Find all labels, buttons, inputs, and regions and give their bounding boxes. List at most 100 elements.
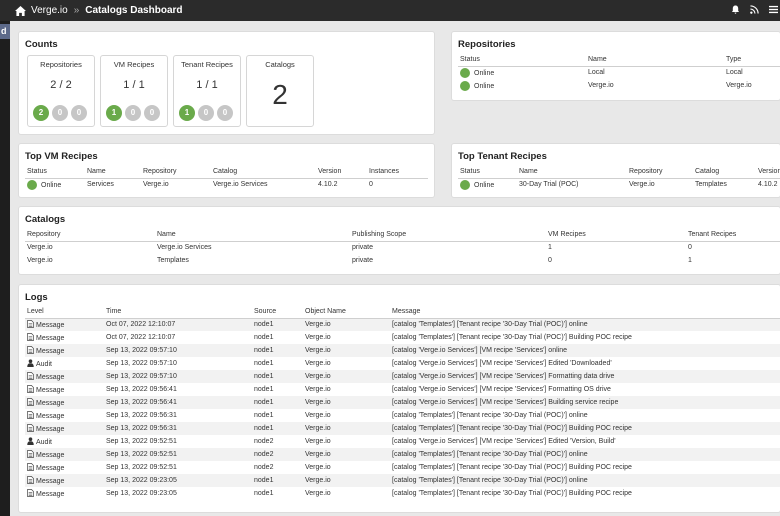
count-label: Repositories: [40, 60, 82, 69]
column-header-status[interactable]: Status: [458, 53, 586, 67]
message-cell: [catalog 'Templates'] [Tenant recipe '30…: [390, 422, 780, 435]
table-row[interactable]: Online 30-Day Trial (POC) Verge.io Templ…: [458, 178, 780, 191]
time-cell: Sep 13, 2022 09:57:10: [104, 344, 252, 357]
column-header-level[interactable]: Level: [25, 305, 104, 319]
status-cell: Online: [25, 178, 85, 191]
level-text: Message: [36, 335, 65, 342]
time-cell: Sep 13, 2022 09:56:31: [106, 412, 177, 419]
column-header-status[interactable]: Status: [458, 165, 517, 179]
status-cell: Online: [458, 178, 517, 191]
column-header-vm-recipes[interactable]: VM Recipes: [546, 228, 686, 242]
breadcrumb-separator: »: [73, 5, 80, 16]
log-row[interactable]: Message Sep 13, 2022 09:52:51 node2 Verge.i…: [25, 448, 780, 461]
count-value: 1 / 1: [196, 79, 218, 91]
table-row[interactable]: Verge.io Verge.io Services private 1 0: [25, 241, 780, 254]
document-icon: [27, 463, 34, 471]
column-header-name[interactable]: Name: [517, 165, 627, 179]
name-cell: 30-Day Trial (POC): [519, 181, 579, 189]
log-row[interactable]: Audit Sep 13, 2022 09:57:10 node1 Verge.io […: [25, 357, 780, 370]
online-status-icon: [460, 179, 470, 190]
column-header-name[interactable]: Name: [85, 165, 141, 179]
source-cell: node1: [254, 386, 274, 393]
table-row[interactable]: Online Services Verge.io Verge.io Servic…: [25, 178, 428, 191]
message-cell: [catalog 'Verge.io Services'] [VM recipe…: [392, 386, 611, 393]
column-header-time[interactable]: Time: [104, 305, 252, 319]
source-cell: node1: [252, 318, 303, 331]
log-row[interactable]: Message Sep 13, 2022 09:56:31 node1 Verge.i…: [25, 422, 780, 435]
top-tenant-recipes-table: Status Name Repository Catalog Version O…: [458, 165, 780, 191]
breadcrumb-app[interactable]: Verge.io: [31, 5, 68, 16]
repositories-table: Status Name Type Online Local Local Onli…: [458, 53, 780, 92]
count-card-vm-recipes[interactable]: VM Recipes 1 / 1 1 0 0: [100, 55, 168, 127]
column-header-catalog[interactable]: Catalog: [693, 165, 756, 179]
count-card-repositories[interactable]: Repositories 2 / 2 2 0 0: [27, 55, 95, 127]
count-card-catalogs[interactable]: Catalogs 2: [246, 55, 314, 127]
document-icon: [27, 489, 34, 497]
catalog-cell: Templates: [695, 181, 727, 189]
table-row[interactable]: Verge.io Templates private 0 1: [25, 254, 780, 267]
log-row[interactable]: Audit Sep 13, 2022 09:52:51 node2 Verge.io […: [25, 435, 780, 448]
status-text: Online: [474, 69, 495, 77]
column-header-version[interactable]: Version: [316, 165, 367, 179]
level-cell: Message: [25, 448, 104, 461]
column-header-repository[interactable]: Repository: [627, 165, 693, 179]
log-row[interactable]: Message Oct 07, 2022 12:10:07 node1 Verge.i…: [25, 318, 780, 331]
message-cell: [catalog 'Verge.io Services'] [VM recipe…: [392, 360, 612, 367]
column-header-name[interactable]: Name: [586, 53, 724, 67]
home-link[interactable]: [15, 5, 26, 16]
column-header-catalog[interactable]: Catalog: [211, 165, 316, 179]
column-header-status[interactable]: Status: [25, 165, 85, 179]
column-header-repository[interactable]: Repository: [25, 228, 155, 242]
column-header-version[interactable]: Version: [756, 165, 780, 179]
log-row[interactable]: Message Sep 13, 2022 09:56:31 node1 Verge.i…: [25, 409, 780, 422]
log-row[interactable]: Message Sep 13, 2022 09:56:41 node1 Verge.i…: [25, 396, 780, 409]
object-name-cell: Verge.io: [303, 474, 390, 487]
level-cell: Message: [25, 409, 104, 422]
page-title: Catalogs Dashboard: [85, 5, 183, 16]
column-header-message[interactable]: Message: [390, 305, 780, 319]
message-cell: [catalog 'Templates'] [Tenant recipe '30…: [390, 318, 780, 331]
warning-count-badge: 0: [125, 105, 141, 121]
document-icon: [27, 411, 34, 419]
menu-button[interactable]: [769, 5, 778, 17]
repository-cell: Verge.io: [629, 181, 655, 189]
count-label: VM Recipes: [113, 60, 155, 69]
column-header-object-name[interactable]: Object Name: [303, 305, 390, 319]
feed-button[interactable]: [750, 4, 759, 17]
column-header-tenant-recipes[interactable]: Tenant Recipes: [686, 228, 780, 242]
log-row[interactable]: Message Sep 13, 2022 09:57:10 node1 Verge.i…: [25, 370, 780, 383]
log-row[interactable]: Message Sep 13, 2022 09:52:51 node2 Verge.i…: [25, 461, 780, 474]
column-header-publishing-scope[interactable]: Publishing Scope: [350, 228, 546, 242]
time-cell: Sep 13, 2022 09:56:41: [104, 396, 252, 409]
log-row[interactable]: Message Sep 13, 2022 09:57:10 node1 Verge.i…: [25, 344, 780, 357]
column-header-instances[interactable]: Instances: [367, 165, 428, 179]
count-card-tenant-recipes[interactable]: Tenant Recipes 1 / 1 1 0 0: [173, 55, 241, 127]
count-value: 2 / 2: [50, 79, 72, 91]
column-header-source[interactable]: Source: [252, 305, 303, 319]
column-header-type[interactable]: Type: [724, 53, 780, 67]
level-text: Message: [36, 322, 65, 330]
time-cell: Oct 07, 2022 12:10:07: [106, 334, 176, 341]
log-row[interactable]: Message Oct 07, 2022 12:10:07 node1 Verge.i…: [25, 331, 780, 344]
logs-title: Logs: [25, 292, 48, 303]
log-row[interactable]: Message Sep 13, 2022 09:23:05 node1 Verge.i…: [25, 474, 780, 487]
table-row[interactable]: Online Local Local: [458, 66, 780, 79]
left-sidebar: [0, 21, 10, 516]
log-row[interactable]: Message Sep 13, 2022 09:23:05 node1 Verge.i…: [25, 487, 780, 500]
tenant-recipes-cell: 0: [688, 244, 692, 252]
log-row[interactable]: Message Sep 13, 2022 09:56:41 node1 Verge.i…: [25, 383, 780, 396]
time-cell: Sep 13, 2022 09:52:51: [106, 438, 177, 445]
type-cell: Verge.io: [726, 82, 752, 89]
level-text: Audit: [36, 439, 52, 446]
error-count-badge: 0: [217, 105, 233, 121]
status-text: Online: [474, 181, 495, 189]
message-cell: [catalog 'Verge.io Services'] [VM recipe…: [392, 438, 616, 445]
sidebar-active-tab[interactable]: d: [0, 24, 10, 39]
column-header-name[interactable]: Name: [155, 228, 350, 242]
object-name-cell: Verge.io: [303, 422, 390, 435]
notifications-button[interactable]: [731, 4, 740, 17]
source-cell: node1: [252, 370, 303, 383]
level-cell: Message: [25, 474, 104, 487]
table-row[interactable]: Online Verge.io Verge.io: [458, 79, 780, 92]
column-header-repository[interactable]: Repository: [141, 165, 211, 179]
